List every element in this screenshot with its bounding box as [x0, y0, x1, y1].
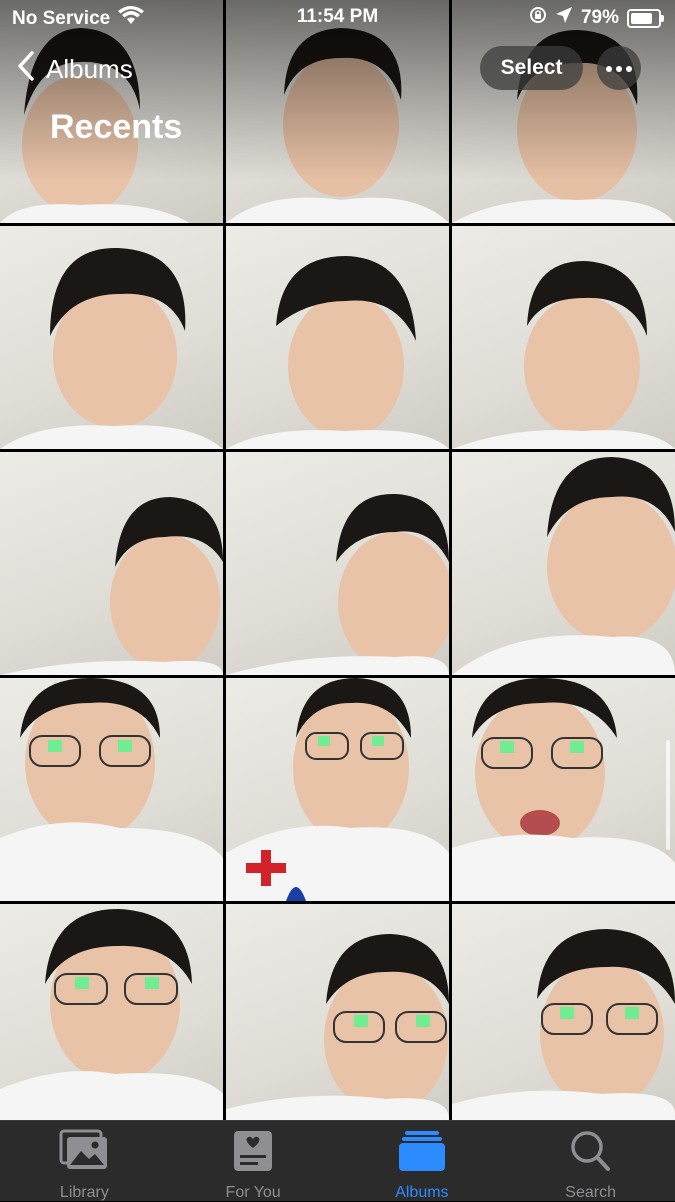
- photo-thumbnail[interactable]: [0, 226, 223, 449]
- photo-thumbnail[interactable]: [226, 226, 449, 449]
- photo-thumbnail[interactable]: [452, 904, 675, 1127]
- tab-library[interactable]: Library: [0, 1121, 169, 1201]
- orientation-lock-icon: [529, 6, 547, 30]
- battery-percent: 79%: [580, 7, 619, 28]
- chevron-left-icon: [16, 50, 36, 89]
- photo-thumbnail[interactable]: [0, 678, 223, 901]
- photo-thumbnail[interactable]: [226, 678, 449, 901]
- tab-label: Albums: [395, 1184, 449, 1201]
- search-icon: [566, 1129, 616, 1178]
- tab-search[interactable]: Search: [506, 1121, 675, 1201]
- back-button[interactable]: Albums: [16, 50, 133, 89]
- tab-label: Library: [59, 1184, 109, 1201]
- ellipsis-icon: [606, 59, 632, 77]
- back-label: Albums: [46, 54, 133, 84]
- photo-thumbnail[interactable]: [0, 904, 223, 1127]
- photo-thumbnail[interactable]: [226, 452, 449, 675]
- select-button[interactable]: Select: [480, 46, 583, 90]
- photo-library-icon: [59, 1129, 109, 1178]
- location-icon: [555, 6, 573, 30]
- status-bar: No Service 11:54 PM 79%: [0, 0, 675, 36]
- battery-icon: [627, 8, 664, 28]
- photo-grid: [0, 0, 675, 1127]
- battery-level: [631, 12, 652, 24]
- photo-thumbnail[interactable]: [452, 678, 675, 901]
- tab-label: Search: [565, 1184, 616, 1201]
- for-you-icon: [228, 1129, 278, 1178]
- photo-thumbnail[interactable]: [0, 452, 223, 675]
- tab-label: For You: [225, 1184, 281, 1201]
- tab-bar: Library For You Albums Search: [0, 1120, 675, 1201]
- scroll-indicator[interactable]: [666, 740, 670, 850]
- tab-albums[interactable]: Albums: [338, 1121, 507, 1201]
- albums-icon: [397, 1129, 447, 1178]
- photo-thumbnail[interactable]: [452, 226, 675, 449]
- photo-thumbnail[interactable]: [226, 904, 449, 1127]
- page-title: Recents: [50, 108, 183, 146]
- more-options-button[interactable]: [597, 46, 641, 90]
- tab-for-you[interactable]: For You: [169, 1121, 338, 1201]
- photo-thumbnail[interactable]: [452, 452, 675, 675]
